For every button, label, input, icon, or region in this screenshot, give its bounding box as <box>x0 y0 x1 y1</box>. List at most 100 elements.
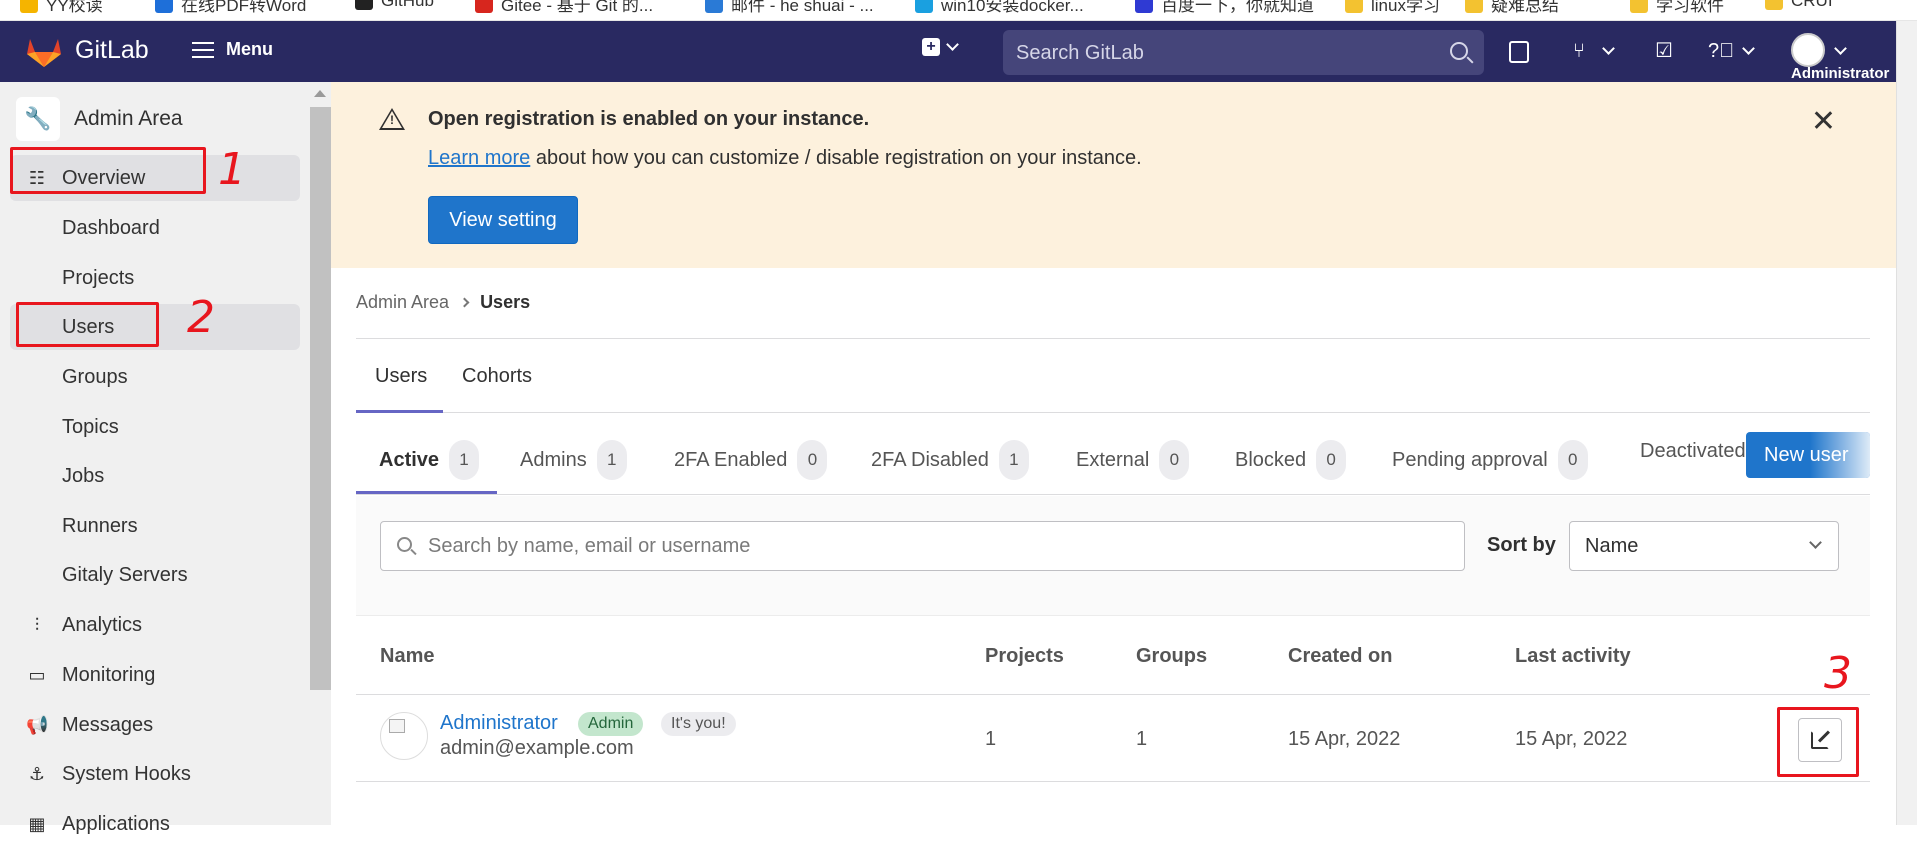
sidebar-item-topics[interactable]: Topics <box>10 404 300 450</box>
scroll-up-arrow-icon[interactable] <box>314 90 326 97</box>
bookmark[interactable]: linux学习 <box>1345 0 1440 16</box>
sidebar-scrollbar-thumb[interactable] <box>310 107 331 690</box>
tab-label: 2FA Disabled <box>871 448 989 471</box>
user-name-link[interactable]: Administrator <box>440 712 558 735</box>
edit-user-button[interactable] <box>1798 718 1842 762</box>
sidebar-item-label: Dashboard <box>62 216 160 239</box>
sidebar-item-users[interactable]: Users <box>10 304 300 350</box>
tab-label: Pending approval <box>1392 448 1548 471</box>
bookmark[interactable]: 学习软件 <box>1630 0 1724 16</box>
hamburger-icon <box>192 41 214 58</box>
sidebar-item-monitoring[interactable]: ▭ Monitoring <box>10 652 300 698</box>
issues-icon[interactable] <box>1509 41 1529 63</box>
tab-cohorts[interactable]: Cohorts <box>462 365 532 388</box>
tab-2fa-enabled[interactable]: 2FA Enabled 0 <box>674 440 828 480</box>
count-badge: 0 <box>1316 440 1347 480</box>
sidebar-item-overview[interactable]: ☷ Overview <box>10 155 300 201</box>
bookmark[interactable]: 在线PDF转Word <box>155 0 306 16</box>
table-header: Name Projects Groups Created on Last act… <box>356 617 1870 695</box>
sidebar-item-groups[interactable]: Groups <box>10 354 300 400</box>
sidebar-item-applications[interactable]: ▦ Applications <box>10 801 300 847</box>
bookmark[interactable]: YY校读 <box>20 0 103 16</box>
merge-requests-icon[interactable]: ⑂ <box>1567 39 1591 63</box>
sidebar-item-label: System Hooks <box>62 762 191 785</box>
sidebar-item-runners[interactable]: Runners <box>10 503 300 549</box>
user-email: admin@example.com <box>440 737 634 759</box>
search-input[interactable]: Search GitLab <box>1003 30 1484 75</box>
sort-select[interactable]: Name <box>1569 521 1839 571</box>
sidebar-item-analytics[interactable]: ⫶ Analytics <box>10 602 300 648</box>
tab-label: Deactivated <box>1640 440 1746 462</box>
view-setting-button[interactable]: View setting <box>428 196 578 244</box>
tab-label: External <box>1076 448 1150 471</box>
page-scrollbar[interactable] <box>1896 21 1917 825</box>
breadcrumb-parent[interactable]: Admin Area <box>356 292 449 313</box>
tab-2fa-disabled[interactable]: 2FA Disabled 1 <box>871 440 1029 480</box>
sidebar-item-label: Groups <box>62 365 128 388</box>
tab-label: Admins <box>520 448 587 471</box>
column-header-groups: Groups <box>1136 645 1208 667</box>
menu-label: Menu <box>226 39 273 59</box>
user-avatar[interactable] <box>380 712 428 760</box>
user-avatar[interactable] <box>1791 33 1825 67</box>
sidebar-item-gitaly-servers[interactable]: Gitaly Servers <box>10 552 300 598</box>
sidebar-item-label: Overview <box>62 166 146 189</box>
bookmark[interactable]: 疑难总结 <box>1465 0 1559 16</box>
brand-name[interactable]: GitLab <box>75 36 149 65</box>
sidebar-item-label: Projects <box>62 266 135 289</box>
sidebar-header[interactable]: 🔧 Admin Area <box>16 95 300 143</box>
tab-users[interactable]: Users <box>375 365 427 388</box>
user-projects-count: 1 <box>985 728 997 750</box>
sidebar-item-dashboard[interactable]: Dashboard <box>10 205 300 251</box>
tab-deactivated[interactable]: Deactivated <box>1640 440 1746 463</box>
sidebar-item-jobs[interactable]: Jobs <box>10 453 300 499</box>
sidebar-header-label: Admin Area <box>74 107 183 130</box>
bookmark[interactable]: 邮件 - he shuai - ... <box>705 0 874 16</box>
tab-pending-approval[interactable]: Pending approval 0 <box>1392 440 1588 480</box>
bookmarks-bar: YY校读 在线PDF转Word GitHub Gitee - 基于 Git 的.… <box>0 0 1917 21</box>
page-tabs: Users Cohorts <box>356 339 1870 413</box>
new-dropdown-button[interactable]: + <box>922 38 959 56</box>
sidebar-item-system-hooks[interactable]: ⚓ System Hooks <box>10 751 300 797</box>
tab-active[interactable]: Active 1 <box>379 440 480 480</box>
sidebar-item-messages[interactable]: 📢 Messages <box>10 702 300 748</box>
close-icon[interactable]: ✕ <box>1811 104 1836 139</box>
tab-admins[interactable]: Admins 1 <box>520 440 627 480</box>
registration-alert: ! Open registration is enabled on your i… <box>331 82 1896 268</box>
wrench-icon: 🔧 <box>16 97 60 141</box>
sidebar-item-projects[interactable]: Projects <box>10 255 300 301</box>
menu-button[interactable]: Menu <box>192 39 273 60</box>
table-row: Administrator Admin It's you! admin@exam… <box>356 696 1870 782</box>
sidebar-item-label: Analytics <box>62 613 143 636</box>
count-badge: 0 <box>1159 440 1190 480</box>
user-last-activity: 15 Apr, 2022 <box>1515 728 1628 750</box>
alert-title: Open registration is enabled on your ins… <box>428 108 870 130</box>
learn-more-link[interactable]: Learn more <box>428 147 530 169</box>
breadcrumb-current[interactable]: Users <box>480 292 530 313</box>
applications-icon: ▦ <box>28 814 46 834</box>
chevron-down-icon[interactable] <box>1602 42 1615 55</box>
bookmark[interactable]: CRUI <box>1765 0 1833 11</box>
admin-badge: Admin <box>578 712 644 736</box>
bookmark[interactable]: win10安装docker... <box>915 0 1084 16</box>
pencil-square-icon <box>1811 731 1829 749</box>
gitlab-logo-icon[interactable] <box>26 34 62 68</box>
tab-blocked[interactable]: Blocked 0 <box>1235 440 1347 480</box>
column-header-last-activity: Last activity <box>1515 645 1631 667</box>
sidebar-item-label: Monitoring <box>62 663 156 686</box>
chevron-down-icon[interactable] <box>1834 42 1847 55</box>
alert-text: Learn more about how you can customize /… <box>428 147 1142 170</box>
bookmark[interactable]: GitHub <box>355 0 434 11</box>
todo-checkbox-icon[interactable]: ☑ <box>1652 39 1676 63</box>
chevron-down-icon[interactable] <box>1742 42 1755 55</box>
new-user-button[interactable]: New user <box>1746 432 1870 478</box>
sidebar-item-label: Topics <box>62 415 119 438</box>
bookmark[interactable]: 百度一下，你就知道 <box>1135 0 1314 16</box>
help-icon[interactable]: ?⃝ <box>1708 39 1734 63</box>
sidebar-item-label: Gitaly Servers <box>62 563 188 586</box>
user-name-label: Administrator <box>1791 65 1890 82</box>
active-tab-indicator <box>356 491 497 494</box>
tab-external[interactable]: External 0 <box>1076 440 1190 480</box>
user-search-input[interactable]: Search by name, email or username <box>380 521 1465 571</box>
bookmark[interactable]: Gitee - 基于 Git 的... <box>475 0 653 16</box>
